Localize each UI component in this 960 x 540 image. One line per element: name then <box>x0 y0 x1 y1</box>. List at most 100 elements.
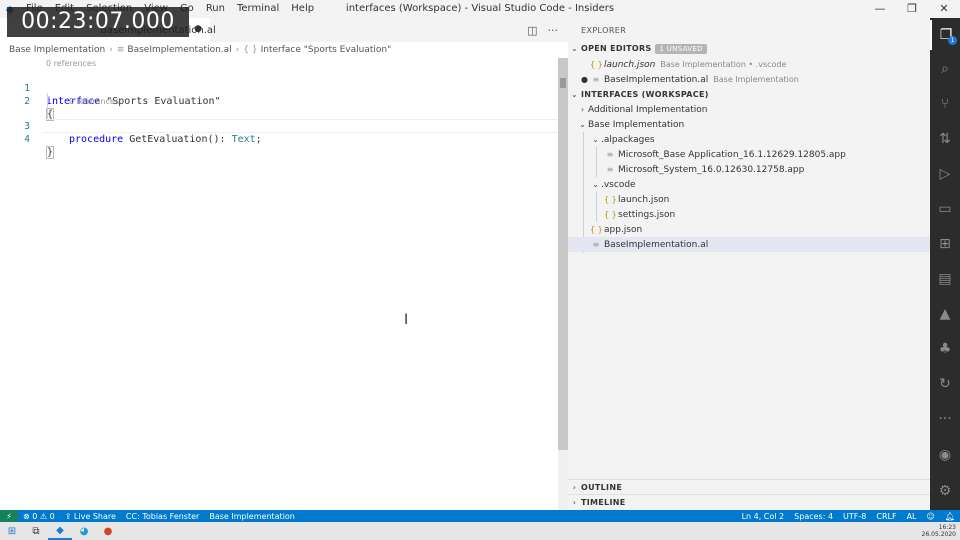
json-braces-icon: { } <box>604 195 617 204</box>
chevron-down-icon: ⌄ <box>570 44 578 53</box>
code-editor[interactable]: 0 references 1 interface "Sports Evaluat… <box>0 58 558 510</box>
chevron-down-icon: ⌄ <box>592 180 599 189</box>
explorer-sidebar: EXPLORER ⌄ OPEN EDITORS 1 UNSAVED { } la… <box>568 18 930 510</box>
language-mode[interactable]: AL <box>902 512 922 521</box>
tree-folder-alpackages[interactable]: ⌄ .alpackages <box>568 132 930 147</box>
breadcrumb-symbol[interactable]: Interface "Sports Evaluation" <box>261 45 392 55</box>
chevron-down-icon: ⌄ <box>579 120 586 129</box>
encoding[interactable]: UTF-8 <box>838 512 871 521</box>
tree-file-app1[interactable]: ≡ Microsoft_Base Application_16.1.12629.… <box>568 147 930 162</box>
explorer-files-icon[interactable]: ❐ 1 <box>930 20 960 50</box>
open-editor-item[interactable]: ● ≡ BaseImplementation.al Base Implement… <box>568 72 930 87</box>
file-lines-icon: ≡ <box>606 150 614 159</box>
window-controls: — ❐ ✕ <box>864 0 960 18</box>
file-lines-icon: ≡ <box>116 45 125 55</box>
powerpoint-taskbar-icon[interactable]: ● <box>96 522 120 540</box>
file-name: Microsoft_Base Application_16.1.12629.12… <box>618 149 846 160</box>
menu-run[interactable]: Run <box>200 0 231 18</box>
taskbar-clock[interactable]: 16:23 26.05.2020 <box>922 522 956 540</box>
problems-indicator[interactable]: ⊗ 0 ⚠ 0 <box>18 512 60 521</box>
file-name: launch.json <box>604 59 656 70</box>
status-bar: ⚡ ⊗ 0 ⚠ 0 ⇪ Live Share CC: Tobias Fenste… <box>0 510 960 522</box>
section-title: TIMELINE <box>581 497 626 507</box>
task-view-icon[interactable]: ⧉ <box>24 522 48 540</box>
menu-terminal[interactable]: Terminal <box>231 0 285 18</box>
outline-section[interactable]: › OUTLINE <box>568 479 930 494</box>
cc-indicator[interactable]: CC: Tobias Fenster <box>121 512 204 521</box>
return-type: Text <box>231 134 256 145</box>
chevron-right-icon: › <box>572 482 577 492</box>
unsaved-dot-icon[interactable]: ● <box>581 75 590 84</box>
file-name: launch.json <box>618 194 670 205</box>
windows-start-icon[interactable]: ⊞ <box>0 522 24 540</box>
tree-folder-vscode[interactable]: ⌄ .vscode <box>568 177 930 192</box>
tree-file-app2[interactable]: ≡ Microsoft_System_16.0.12630.12758.app <box>568 162 930 177</box>
folder-name: Base Implementation <box>588 119 685 130</box>
vscode-taskbar-icon[interactable]: ◆ <box>48 522 72 540</box>
file-description: Base Implementation <box>713 75 799 84</box>
timeline-section[interactable]: › TIMELINE <box>568 494 930 509</box>
cursor-position[interactable]: Ln 4, Col 2 <box>737 512 790 521</box>
more-actions-icon[interactable]: ··· <box>548 24 559 37</box>
notifications-bell-icon[interactable]: 🔔︎ <box>940 512 960 521</box>
remote-indicator-icon[interactable]: ⚡ <box>0 510 18 522</box>
azure-icon[interactable]: ▲ <box>930 299 960 329</box>
folder-name: .alpackages <box>601 134 655 145</box>
docker-icon[interactable]: ▤ <box>930 264 960 294</box>
source-control-icon[interactable]: ⑂ <box>930 89 960 119</box>
file-name: BaseImplementation.al <box>604 74 709 85</box>
unsaved-dot-icon[interactable]: ● <box>194 24 202 34</box>
chevron-right-icon: › <box>580 105 585 114</box>
tree-file-appjson[interactable]: { } app.json <box>568 222 930 237</box>
menu-help[interactable]: Help <box>285 0 320 18</box>
run-debug-icon[interactable]: ▷ <box>930 159 960 189</box>
open-editor-item[interactable]: { } launch.json Base Implementation • .v… <box>568 57 930 72</box>
live-share-icon[interactable]: ↻ <box>930 369 960 399</box>
search-icon[interactable]: ⌕ <box>930 54 960 84</box>
codelens-references[interactable]: 0 references <box>46 59 96 68</box>
close-button[interactable]: ✕ <box>928 0 960 18</box>
semicolon: ; <box>255 134 262 145</box>
split-editor-icon[interactable]: ◫ <box>527 24 537 37</box>
file-description: Base Implementation • .vscode <box>660 60 787 69</box>
minimize-button[interactable]: — <box>864 0 896 18</box>
tree-folder-additional[interactable]: › Additional Implementation <box>568 102 930 117</box>
tree-file-settings[interactable]: { } settings.json <box>568 207 930 222</box>
line-endings[interactable]: CRLF <box>871 512 901 521</box>
accounts-icon[interactable]: ◉ <box>930 440 960 470</box>
pull-requests-icon[interactable]: ⇅ <box>930 124 960 154</box>
tree-view-icon[interactable]: ♣ <box>930 334 960 364</box>
remote-explorer-icon[interactable]: ▭ <box>930 194 960 224</box>
more-views-icon[interactable]: ··· <box>930 404 960 434</box>
settings-gear-icon[interactable]: ⚙ <box>930 476 960 506</box>
workspace-section[interactable]: ⌄ INTERFACES (WORKSPACE) <box>568 87 930 102</box>
feedback-icon[interactable]: ☺ <box>922 512 940 521</box>
activity-bar: ❐ 1 ⌕ ⑂ ⇅ ▷ ▭ ⊞ ▤ ▲ ♣ ↻ ··· ◉ ⚙ <box>930 18 960 510</box>
code-line-2: 2 { <box>0 82 558 121</box>
live-share-button[interactable]: ⇪ Live Share <box>60 512 121 521</box>
codelens-references[interactable]: 0 references <box>69 97 119 106</box>
json-braces-icon: { } <box>590 225 603 234</box>
line-number: 4 <box>24 134 30 145</box>
editor-actions: ◫ ··· <box>527 18 558 42</box>
breadcrumb-file[interactable]: BaseImplementation.al <box>127 45 231 55</box>
tree-file-baseimplementation[interactable]: ≡ BaseImplementation.al <box>568 237 930 252</box>
open-editors-section[interactable]: ⌄ OPEN EDITORS 1 UNSAVED <box>568 41 930 56</box>
project-indicator[interactable]: Base Implementation <box>204 512 300 521</box>
tree-file-launch[interactable]: { } launch.json <box>568 192 930 207</box>
extensions-icon[interactable]: ⊞ <box>930 229 960 259</box>
folder-name: .vscode <box>601 179 636 190</box>
breadcrumb-folder[interactable]: Base Implementation <box>9 45 105 55</box>
file-lines-icon: ≡ <box>592 240 600 249</box>
scrollbar-thumb[interactable] <box>558 58 568 450</box>
chevron-right-icon: › <box>235 45 240 55</box>
section-title: OUTLINE <box>581 482 623 492</box>
chevron-right-icon: › <box>109 45 113 55</box>
tree-folder-base[interactable]: ⌄ Base Implementation <box>568 117 930 132</box>
editor-scrollbar[interactable] <box>558 58 568 510</box>
file-name: BaseImplementation.al <box>604 239 709 250</box>
restore-button[interactable]: ❐ <box>896 0 928 18</box>
indentation[interactable]: Spaces: 4 <box>789 512 838 521</box>
explorer-badge: 1 <box>948 36 957 45</box>
edge-taskbar-icon[interactable]: ◕ <box>72 522 96 540</box>
